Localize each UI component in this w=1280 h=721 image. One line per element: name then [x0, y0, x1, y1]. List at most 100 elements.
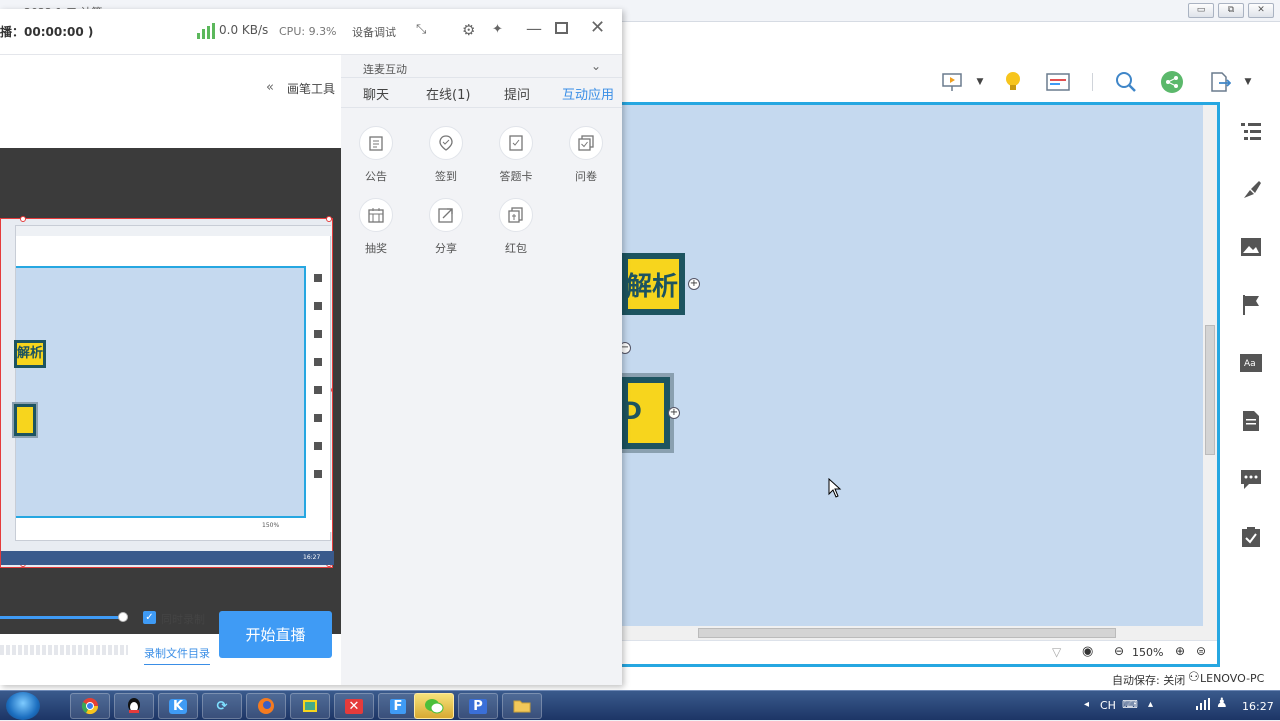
minimize-button[interactable]: ▭: [1188, 3, 1214, 18]
tab-interactive-apps[interactable]: 互动应用: [562, 84, 614, 103]
app-red-packet[interactable]: 红包: [486, 198, 546, 256]
volume-slider-handle[interactable]: [118, 612, 128, 622]
close-button[interactable]: ✕: [1248, 3, 1274, 18]
expand-tray-icon[interactable]: ◂: [1084, 699, 1089, 710]
share-icon[interactable]: [1160, 70, 1184, 94]
brush-icon[interactable]: [1238, 176, 1264, 202]
tab-questions[interactable]: 提问: [504, 84, 530, 103]
comment-icon[interactable]: [1238, 466, 1264, 492]
background-toolbar: ▼ ▼: [622, 22, 1280, 102]
app-lottery[interactable]: 抽奖: [346, 198, 406, 256]
app-share-label: 分享: [435, 242, 457, 255]
horizontal-scrollbar[interactable]: [622, 626, 1203, 640]
flag-icon[interactable]: [1238, 292, 1264, 318]
window-app-taskbar-icon[interactable]: [290, 693, 330, 719]
app-survey[interactable]: 问卷: [556, 126, 616, 184]
mic-section-label[interactable]: 连麦互动: [363, 61, 407, 77]
mindmap-canvas[interactable]: 解析 + − D + ▽ ◉ ⊖ 150% ⊕ ⊜: [619, 102, 1220, 667]
record-dir-link[interactable]: 录制文件目录: [144, 645, 210, 665]
start-live-button[interactable]: 开始直播: [219, 611, 332, 658]
preview-canvas: 解析: [14, 266, 306, 518]
network-icon[interactable]: [1196, 698, 1210, 713]
close-icon[interactable]: ✕: [590, 17, 605, 38]
notice-icon: [359, 126, 393, 160]
zoom-out-icon[interactable]: ⊖: [1114, 644, 1124, 658]
expand-node-icon[interactable]: +: [668, 407, 680, 419]
export-icon[interactable]: [1208, 70, 1232, 94]
sync-record-checkbox[interactable]: ✓: [143, 611, 156, 624]
search-icon[interactable]: [1114, 70, 1138, 94]
mouse-cursor-icon: [828, 478, 842, 498]
zoom-in-icon[interactable]: ⊕: [1175, 644, 1185, 658]
app-notice-label: 公告: [365, 170, 387, 183]
k-app-taskbar-icon[interactable]: K: [158, 693, 198, 719]
red-packet-icon: [499, 198, 533, 232]
sync-record-label: 同时录制: [161, 613, 205, 626]
clock[interactable]: 16:27: [1242, 700, 1274, 713]
collapse-left-icon[interactable]: «: [266, 80, 274, 95]
presentation-icon[interactable]: [940, 70, 964, 94]
app-share[interactable]: 分享: [416, 198, 476, 256]
scroll-thumb[interactable]: [1205, 325, 1215, 455]
note-icon[interactable]: [1238, 408, 1264, 434]
scroll-thumb[interactable]: [698, 628, 1116, 638]
task-icon[interactable]: [1238, 524, 1264, 550]
wechat-taskbar-icon[interactable]: [414, 693, 454, 719]
menu-icon[interactable]: ⊜: [1196, 644, 1206, 658]
language-indicator[interactable]: CH: [1100, 699, 1116, 712]
idea-bulb-icon[interactable]: [1001, 70, 1025, 94]
folder-taskbar-icon[interactable]: [502, 693, 542, 719]
preview-taskbar: 16:27: [1, 551, 334, 565]
firefox-taskbar-icon[interactable]: [246, 693, 286, 719]
survey-icon: [569, 126, 603, 160]
chrome-taskbar-icon[interactable]: [70, 693, 110, 719]
topic-node[interactable]: 解析: [622, 253, 685, 315]
interaction-pane: 连麦互动 ⌄ 聊天 在线(1) 提问 互动应用 公告 签到 答题卡 问卷 抽奖: [341, 55, 622, 685]
expand-node-icon[interactable]: +: [688, 278, 700, 290]
image-icon[interactable]: [1238, 234, 1264, 260]
device-debug-button[interactable]: 设备调试: [352, 24, 396, 40]
app-notice[interactable]: 公告: [346, 126, 406, 184]
start-button[interactable]: [6, 692, 40, 720]
topic-node-text: 解析: [626, 271, 679, 302]
shrink-icon[interactable]: ⤡: [416, 22, 426, 37]
f-app-taskbar-icon[interactable]: F: [378, 693, 418, 719]
chevron-down-icon[interactable]: ⌄: [591, 59, 601, 73]
captured-screen-preview[interactable]: 解析 150% 16:27: [0, 216, 334, 568]
arrow-up-icon[interactable]: ▴: [1148, 699, 1153, 710]
screen-preview-area: 解析 150% 16:27: [0, 148, 341, 634]
qq-taskbar-icon[interactable]: [114, 693, 154, 719]
gear-icon[interactable]: ⚙: [462, 21, 475, 39]
filter-icon[interactable]: ▽: [1052, 645, 1061, 659]
subtopic-node[interactable]: D: [622, 377, 670, 449]
user-name: LENOVO-PC: [1200, 672, 1265, 685]
tab-online[interactable]: 在线(1): [426, 84, 470, 103]
eye-icon[interactable]: ◉: [1082, 644, 1093, 659]
keyboard-icon[interactable]: ⌨: [1122, 698, 1138, 711]
app-status-bar: 自动保存: 关闭 ⚇ LENOVO-PC: [622, 668, 1280, 690]
outline-icon[interactable]: [1238, 118, 1264, 144]
app-checkin[interactable]: 签到: [416, 126, 476, 184]
p-app-taskbar-icon[interactable]: P: [458, 693, 498, 719]
toolbar-divider: [1092, 73, 1093, 91]
x-app-taskbar-icon[interactable]: ✕: [334, 693, 374, 719]
slides-icon[interactable]: [1046, 70, 1070, 94]
zoom-level: 150%: [1132, 646, 1164, 659]
live-header: 播：00:00:00 ) 0.0 KB/s CPU: 9.3% 设备调试 ⤡ ⚙…: [0, 9, 622, 55]
brush-tool-button[interactable]: 画笔工具: [287, 80, 335, 97]
sync-app-taskbar-icon[interactable]: ⟳: [202, 693, 242, 719]
maximize-icon[interactable]: [555, 22, 568, 34]
autosave-status[interactable]: 自动保存: 关闭: [1112, 672, 1185, 688]
restore-button[interactable]: ⧉: [1218, 3, 1244, 18]
minimize-icon[interactable]: —: [526, 19, 542, 38]
vertical-scrollbar[interactable]: [1203, 105, 1217, 641]
text-style-icon[interactable]: Aa: [1238, 350, 1264, 376]
app-red-packet-label: 红包: [505, 242, 527, 255]
chevron-down-icon[interactable]: ▼: [972, 70, 988, 94]
app-answer-card[interactable]: 答题卡: [486, 126, 546, 184]
pin-icon[interactable]: ✦: [492, 22, 503, 37]
qq-tray-icon[interactable]: ♟: [1216, 696, 1228, 711]
chevron-down-icon[interactable]: ▼: [1240, 70, 1256, 94]
subtopic-node-text: D: [622, 397, 642, 425]
tab-chat[interactable]: 聊天: [363, 84, 389, 103]
